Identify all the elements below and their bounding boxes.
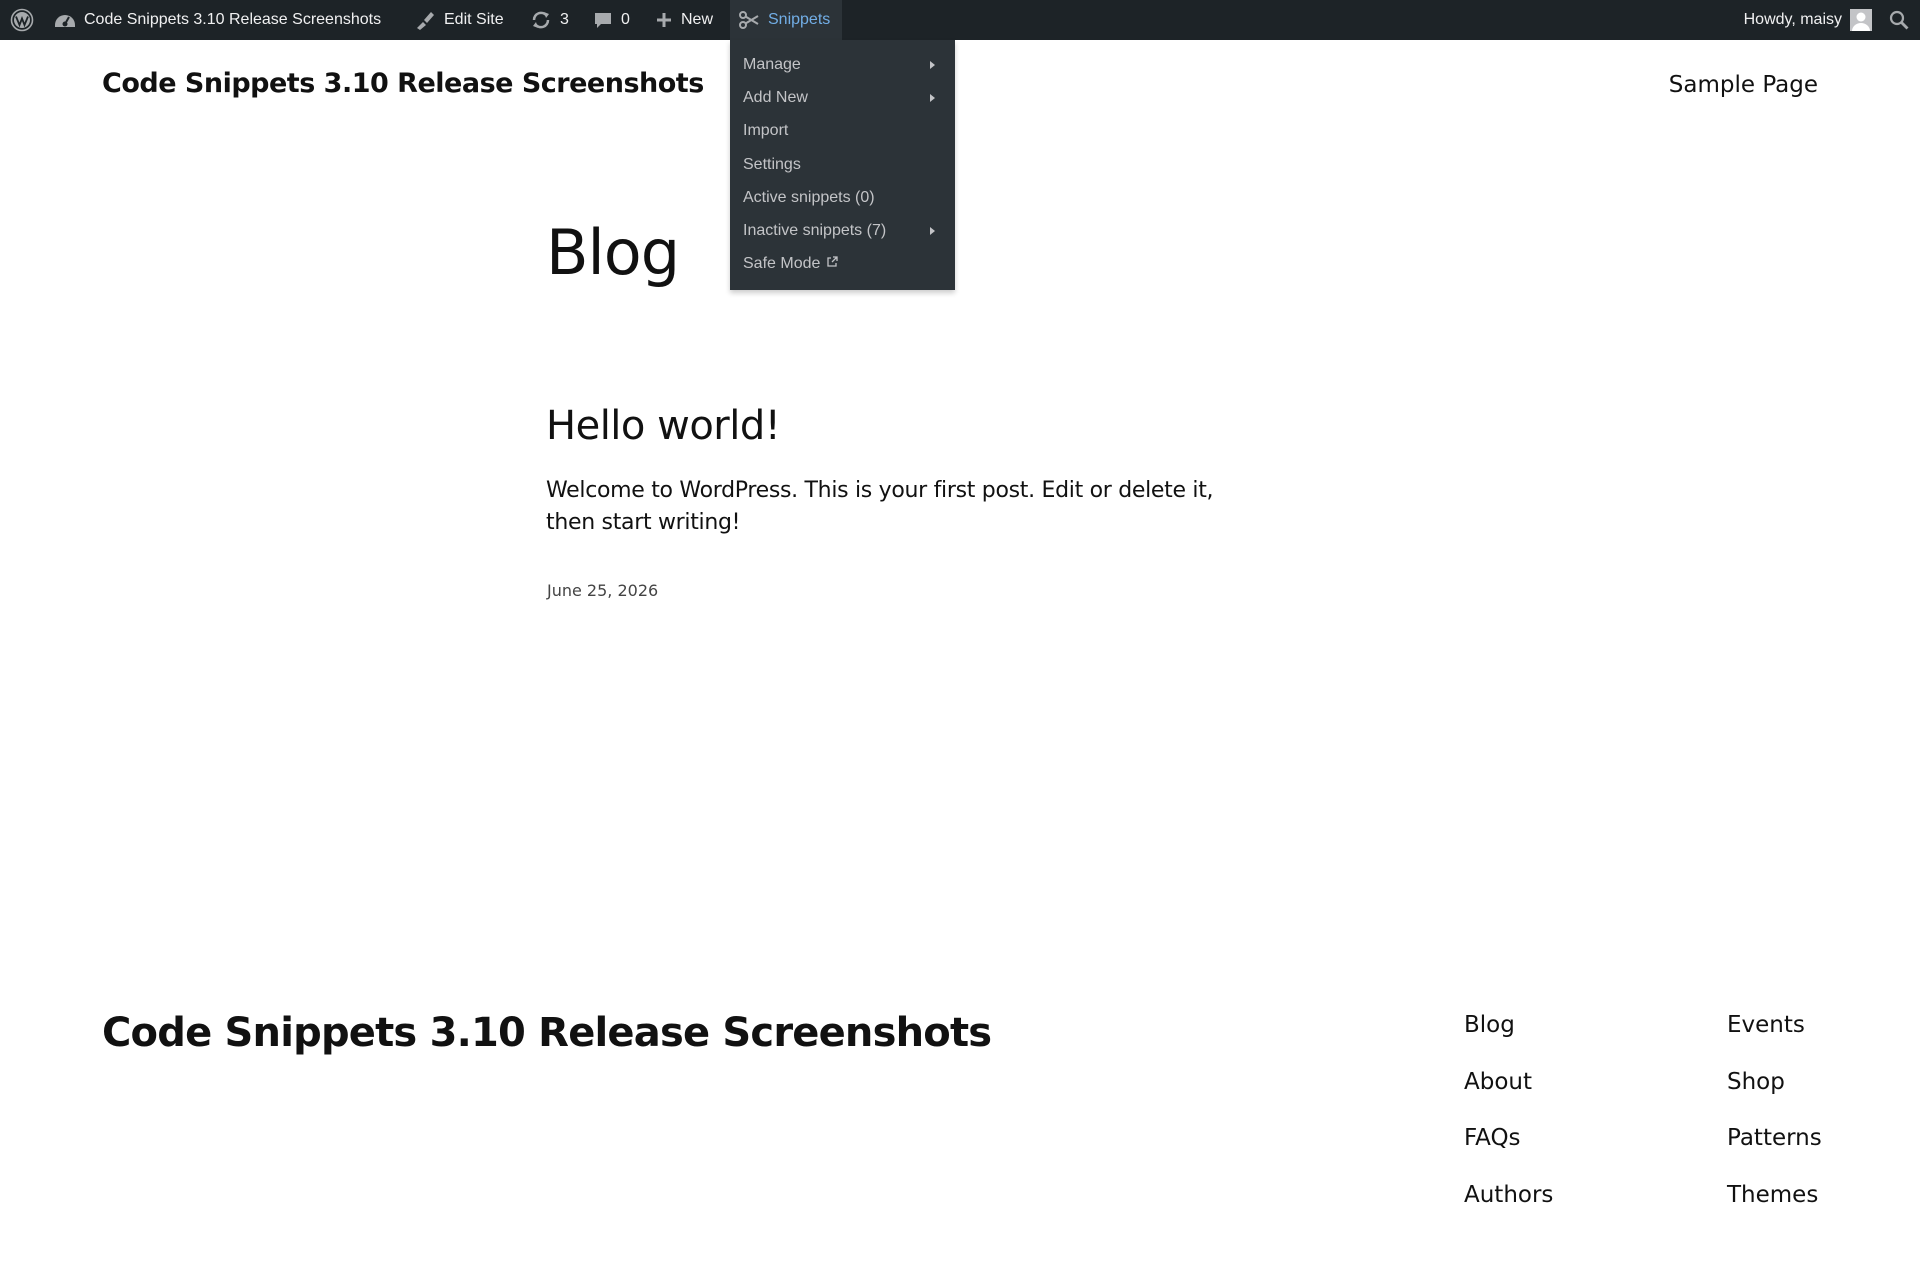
submenu-arrow-icon bbox=[930, 60, 935, 69]
footer-link-blog[interactable]: Blog bbox=[1464, 1012, 1553, 1069]
footer-site-title[interactable]: Code Snippets 3.10 Release Screenshots bbox=[102, 1010, 992, 1056]
search-icon[interactable] bbox=[1888, 0, 1910, 40]
post-title-link[interactable]: Hello world! bbox=[546, 406, 781, 446]
external-link-icon bbox=[826, 255, 839, 273]
menu-item-label: Inactive snippets (7) bbox=[743, 222, 887, 240]
menu-item-manage[interactable]: Manage bbox=[730, 48, 955, 81]
updates-count: 3 bbox=[560, 11, 569, 28]
comment-icon bbox=[593, 10, 613, 30]
snippets-submenu: Manage Add New Import Settings Active sn… bbox=[730, 40, 955, 290]
menu-item-safe-mode[interactable]: Safe Mode bbox=[730, 248, 955, 281]
menu-item-label: Safe Mode bbox=[743, 255, 821, 273]
footer-link-authors[interactable]: Authors bbox=[1464, 1182, 1553, 1239]
updates-link[interactable]: 3 bbox=[530, 0, 569, 40]
site-title-link[interactable]: Code Snippets 3.10 Release Screenshots bbox=[102, 68, 704, 99]
footer-link-about[interactable]: About bbox=[1464, 1069, 1553, 1126]
menu-item-import[interactable]: Import bbox=[730, 115, 955, 148]
menu-item-label: Import bbox=[743, 122, 789, 140]
nav-link-sample-page[interactable]: Sample Page bbox=[1669, 72, 1818, 98]
menu-item-active-snippets[interactable]: Active snippets (0) bbox=[730, 181, 955, 214]
howdy-label: Howdy, maisy bbox=[1743, 11, 1842, 28]
edit-site-label: Edit Site bbox=[444, 11, 504, 28]
edit-site-link[interactable]: Edit Site bbox=[414, 0, 504, 40]
admin-bar: Code Snippets 3.10 Release Screenshots E… bbox=[0, 0, 1920, 40]
menu-item-label: Add New bbox=[743, 88, 808, 106]
post-date[interactable]: June 25, 2026 bbox=[547, 581, 658, 600]
comments-count: 0 bbox=[621, 11, 630, 28]
updates-icon bbox=[530, 9, 552, 31]
scissors-icon bbox=[738, 10, 760, 30]
menu-item-label: Active snippets (0) bbox=[743, 188, 875, 206]
snippets-menu[interactable]: Snippets bbox=[730, 0, 842, 40]
menu-item-add-new[interactable]: Add New bbox=[730, 81, 955, 114]
menu-item-label: Manage bbox=[743, 55, 801, 73]
page-title: Blog bbox=[546, 216, 680, 289]
submenu-arrow-icon bbox=[930, 227, 935, 236]
footer-link-patterns[interactable]: Patterns bbox=[1727, 1125, 1822, 1182]
my-account-menu[interactable]: Howdy, maisy bbox=[1744, 0, 1872, 40]
snippets-label: Snippets bbox=[768, 11, 831, 28]
site-name-menu[interactable]: Code Snippets 3.10 Release Screenshots bbox=[54, 0, 381, 40]
avatar bbox=[1850, 9, 1872, 31]
post-excerpt: Welcome to WordPress. This is your first… bbox=[546, 478, 1214, 535]
new-content-menu[interactable]: New bbox=[655, 0, 713, 40]
footer-nav-column-2: Events Shop Patterns Themes bbox=[1727, 1012, 1822, 1238]
menu-item-label: Settings bbox=[743, 155, 801, 173]
footer-link-themes[interactable]: Themes bbox=[1727, 1182, 1822, 1239]
menu-item-settings[interactable]: Settings bbox=[730, 148, 955, 181]
menu-item-inactive-snippets[interactable]: Inactive snippets (7) bbox=[730, 214, 955, 247]
plus-icon bbox=[655, 11, 673, 29]
site-name-label: Code Snippets 3.10 Release Screenshots bbox=[84, 11, 382, 28]
dashboard-icon bbox=[54, 10, 76, 30]
footer-nav-column-1: Blog About FAQs Authors bbox=[1464, 1012, 1553, 1238]
footer-link-faqs[interactable]: FAQs bbox=[1464, 1125, 1553, 1182]
wordpress-logo-icon[interactable] bbox=[6, 0, 38, 40]
new-label: New bbox=[681, 11, 714, 28]
footer-link-shop[interactable]: Shop bbox=[1727, 1069, 1822, 1126]
brush-icon bbox=[414, 9, 436, 31]
comments-link[interactable]: 0 bbox=[593, 0, 630, 40]
footer-link-events[interactable]: Events bbox=[1727, 1012, 1822, 1069]
submenu-arrow-icon bbox=[930, 93, 935, 102]
